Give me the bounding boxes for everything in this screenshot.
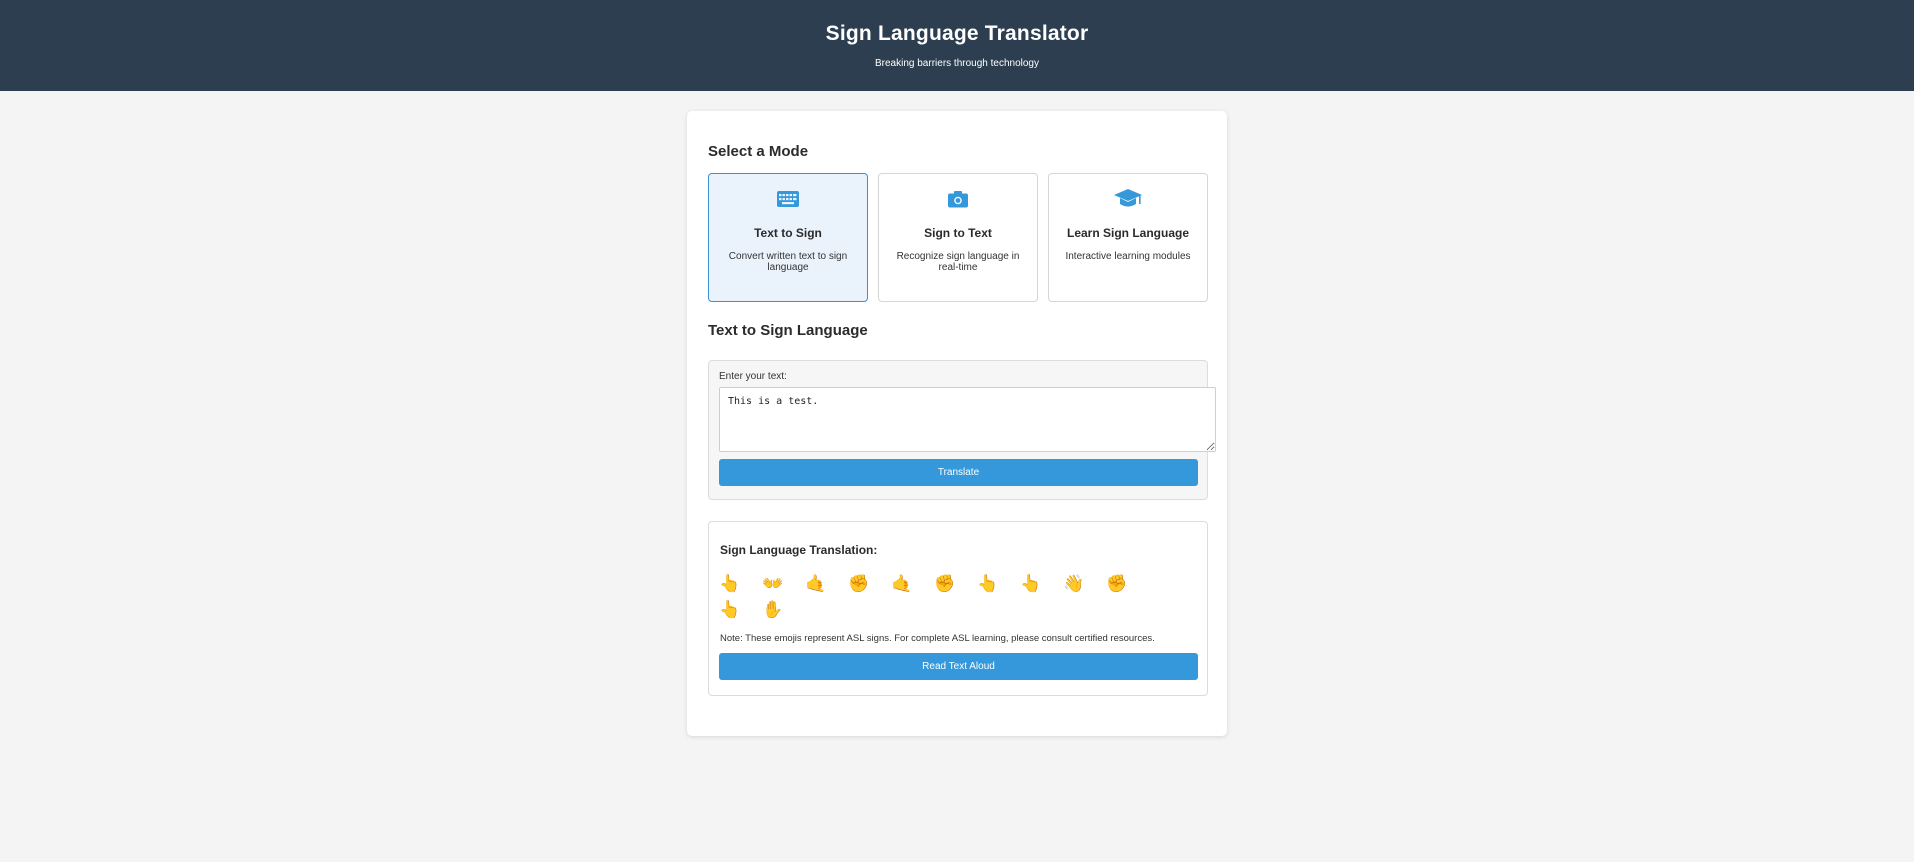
- app-header: Sign Language Translator Breaking barrie…: [0, 0, 1914, 91]
- sign-emoji: ✊: [848, 574, 870, 593]
- mode-description: Recognize sign language in real-time: [896, 251, 1020, 273]
- sign-emoji: 👋: [1063, 574, 1085, 593]
- keyboard-icon: [709, 188, 867, 210]
- translator-section-title: Text to Sign Language: [708, 322, 868, 339]
- sign-emoji: 🤙: [805, 574, 827, 593]
- app-subtitle: Breaking barriers through technology: [875, 58, 1039, 69]
- translation-output-title: Sign Language Translation:: [720, 543, 878, 557]
- app-title: Sign Language Translator: [825, 22, 1089, 45]
- asl-disclaimer-note: Note: These emojis represent ASL signs. …: [720, 633, 1155, 644]
- sign-emoji: ✊: [1106, 574, 1128, 593]
- mode-section-title: Select a Mode: [708, 143, 809, 160]
- mode-description: Interactive learning modules: [1065, 251, 1191, 262]
- text-input[interactable]: [719, 387, 1216, 452]
- sign-emoji: ✋: [762, 600, 784, 619]
- mode-title: Learn Sign Language: [1066, 226, 1189, 240]
- text-input-label: Enter your text:: [719, 371, 787, 382]
- sign-emoji: 👆: [719, 574, 741, 593]
- mode-title: Sign to Text: [924, 226, 992, 240]
- read-aloud-button[interactable]: Read Text Aloud: [719, 653, 1198, 680]
- sign-emoji: ✊: [934, 574, 956, 593]
- text-input-panel: Enter your text: Translate: [708, 360, 1216, 500]
- camera-icon: [879, 188, 1037, 210]
- graduation-cap-icon: [1049, 188, 1207, 210]
- sign-emoji: 👆: [719, 600, 741, 619]
- sign-emoji: 🤙: [891, 574, 913, 593]
- sign-emoji: 👐: [762, 574, 784, 593]
- translation-output-panel: Sign Language Translation: 👆 👐 🤙 ✊ 🤙 ✊ 👆…: [708, 521, 1208, 696]
- mode-selector: Text to Sign Convert written text to sig…: [708, 173, 1208, 302]
- mode-card-sign-to-text[interactable]: Sign to Text Recognize sign language in …: [878, 173, 1038, 302]
- translate-button[interactable]: Translate: [719, 459, 1198, 486]
- mode-description: Convert written text to sign language: [728, 251, 848, 273]
- mode-card-text-to-sign[interactable]: Text to Sign Convert written text to sig…: [708, 173, 868, 302]
- main-card: Select a Mode Text to Sign Convert writt…: [687, 111, 1227, 736]
- sign-emoji: 👆: [1020, 574, 1042, 593]
- sign-emoji: 👆: [977, 574, 999, 593]
- mode-card-learn[interactable]: Learn Sign Language Interactive learning…: [1048, 173, 1208, 302]
- mode-title: Text to Sign: [754, 226, 822, 240]
- sign-emoji-list: 👆 👐 🤙 ✊ 🤙 ✊ 👆 👆 👋 ✊ 👆 ✋: [719, 571, 1149, 623]
